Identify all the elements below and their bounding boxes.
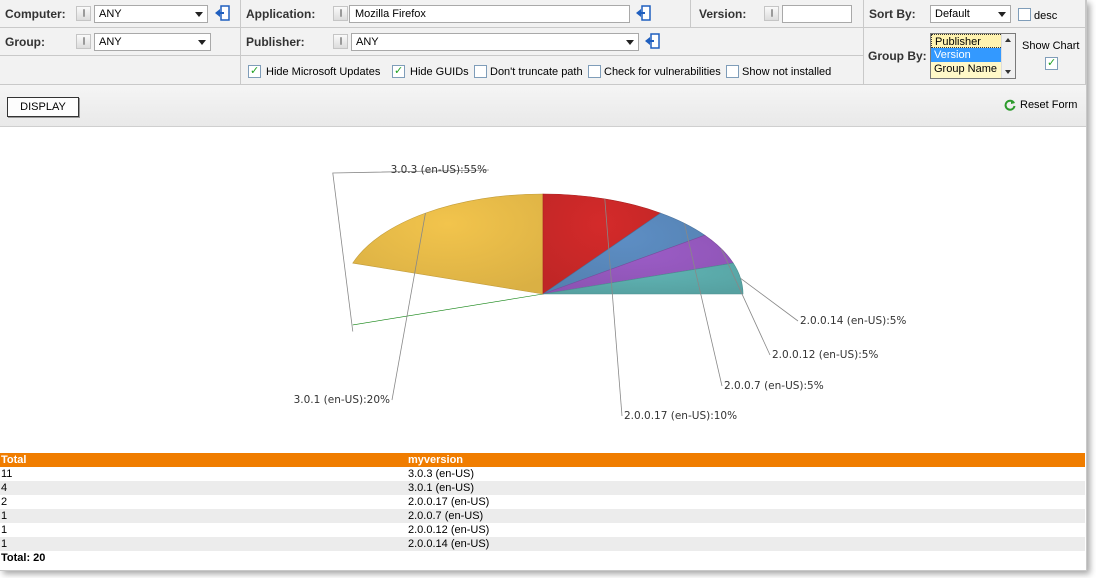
- picker-arrow-icon[interactable]: [214, 5, 230, 21]
- computer-label: Computer:: [5, 7, 66, 21]
- pie-slice-label: 2.0.0.12 (en-US):5%: [772, 349, 878, 361]
- row-version: 2.0.0.12 (en-US): [408, 524, 490, 536]
- hide-microsoft-updates-label: Hide Microsoft Updates: [266, 66, 381, 78]
- computer-select-value: ANY: [99, 8, 122, 20]
- chevron-down-icon: [626, 40, 634, 45]
- scroll-down-icon[interactable]: [1005, 70, 1011, 74]
- picker-arrow-icon[interactable]: [644, 33, 660, 49]
- scroll-up-icon[interactable]: [1005, 38, 1011, 42]
- chevron-down-icon: [198, 40, 206, 45]
- publisher-select[interactable]: ANY: [351, 33, 639, 51]
- row-total: 11: [1, 468, 13, 480]
- microphone-icon[interactable]: [333, 34, 348, 49]
- desc-checkbox[interactable]: [1018, 8, 1031, 21]
- show-not-installed-label: Show not installed: [742, 66, 832, 78]
- group-select[interactable]: ANY: [94, 33, 211, 51]
- show-chart-checkbox[interactable]: [1045, 56, 1058, 70]
- picker-arrow-icon[interactable]: [635, 5, 651, 21]
- results-table: Total myversion 11 3.0.3 (en-US) 4 3.0.1…: [0, 453, 1085, 566]
- sort-by-label: Sort By:: [869, 7, 916, 21]
- show-chart-label: Show Chart: [1022, 40, 1080, 52]
- group-label: Group:: [5, 35, 45, 49]
- microphone-icon[interactable]: [333, 6, 348, 21]
- table-row: 1 2.0.0.7 (en-US): [0, 509, 1085, 523]
- sort-by-select[interactable]: Default: [930, 5, 1011, 23]
- pie-slice-label: 3.0.1 (en-US):20%: [294, 394, 390, 406]
- version-input[interactable]: [782, 5, 852, 23]
- row-total: 1: [1, 538, 8, 550]
- report-frame: Computer: ANY Group: ANY Application: Mo…: [0, 0, 1087, 571]
- cell: [0, 56, 241, 85]
- hide-guids-checkbox[interactable]: [392, 64, 405, 78]
- version-pie-chart: 3.0.3 (en-US):55% 3.0.1 (en-US):20% 2.0.0.…: [294, 164, 907, 422]
- dont-truncate-path-label: Don't truncate path: [490, 66, 583, 78]
- microphone-icon[interactable]: [76, 34, 91, 49]
- display-button[interactable]: DISPLAY: [7, 97, 79, 117]
- chevron-down-icon: [195, 12, 203, 17]
- version-label: Version:: [699, 7, 747, 21]
- table-header: Total myversion: [0, 453, 1085, 467]
- check-vulnerabilities-label: Check for vulnerabilities: [604, 66, 721, 78]
- pie-slice: [352, 293, 544, 326]
- grand-total: Total: 20: [1, 552, 46, 564]
- filter-form: Computer: ANY Group: ANY Application: Mo…: [0, 0, 1086, 127]
- row-total: 1: [1, 524, 8, 536]
- listbox-scrollbar[interactable]: [1001, 34, 1015, 78]
- row-version: 2.0.0.7 (en-US): [408, 510, 484, 522]
- table-row: 4 3.0.1 (en-US): [0, 481, 1085, 495]
- pie-slice-label: 2.0.0.7 (en-US):5%: [724, 380, 824, 392]
- check-vulnerabilities-checkbox[interactable]: [588, 65, 601, 78]
- column-header-total[interactable]: Total: [1, 453, 26, 467]
- computer-select[interactable]: ANY: [94, 5, 208, 23]
- hide-guids-label: Hide GUIDs: [410, 66, 469, 78]
- row-total: 2: [1, 496, 8, 508]
- pie-slice: [352, 193, 544, 295]
- chevron-down-icon: [998, 12, 1006, 17]
- table-footer-total: Total: 20: [0, 551, 1085, 566]
- action-toolbar: DISPLAY Reset Form: [0, 85, 1086, 127]
- microphone-icon[interactable]: [764, 6, 779, 21]
- group-select-value: ANY: [99, 36, 122, 48]
- row-total: 1: [1, 510, 8, 522]
- pie-leader-line: [720, 248, 771, 356]
- sort-by-select-value: Default: [935, 8, 970, 20]
- group-by-listbox[interactable]: Publisher Version Group Name: [930, 33, 1016, 79]
- row-version: 2.0.0.14 (en-US): [408, 538, 490, 550]
- row-total: 4: [1, 482, 8, 494]
- application-input[interactable]: Mozilla Firefox: [349, 5, 630, 23]
- pie-slice-label: 2.0.0.14 (en-US):5%: [800, 315, 906, 327]
- reset-form-link[interactable]: Reset Form: [1004, 99, 1077, 111]
- desc-label: desc: [1034, 10, 1058, 22]
- table-row: 1 2.0.0.14 (en-US): [0, 537, 1085, 551]
- row-version: 3.0.3 (en-US): [408, 468, 475, 480]
- pie-slice-label: 3.0.3 (en-US):55%: [391, 164, 487, 176]
- reset-form-label: Reset Form: [1020, 99, 1078, 111]
- group-by-label: Group By:: [868, 49, 927, 63]
- publisher-label: Publisher:: [246, 35, 305, 49]
- row-version: 2.0.0.17 (en-US): [408, 496, 490, 508]
- column-header-myversion[interactable]: myversion: [408, 453, 463, 467]
- table-row: 2 2.0.0.17 (en-US): [0, 495, 1085, 509]
- dont-truncate-path-checkbox[interactable]: [474, 65, 487, 78]
- microphone-icon[interactable]: [76, 6, 91, 21]
- pie-slice-label: 2.0.0.17 (en-US):10%: [624, 410, 737, 422]
- row-version: 3.0.1 (en-US): [408, 482, 475, 494]
- hide-microsoft-updates-checkbox[interactable]: [248, 64, 261, 78]
- publisher-select-value: ANY: [356, 36, 379, 48]
- table-row: 11 3.0.3 (en-US): [0, 467, 1085, 481]
- table-row: 1 2.0.0.12 (en-US): [0, 523, 1085, 537]
- refresh-icon: [1004, 99, 1016, 111]
- show-not-installed-checkbox[interactable]: [726, 65, 739, 78]
- pie-leader-line: [740, 278, 799, 322]
- application-label: Application:: [246, 7, 316, 21]
